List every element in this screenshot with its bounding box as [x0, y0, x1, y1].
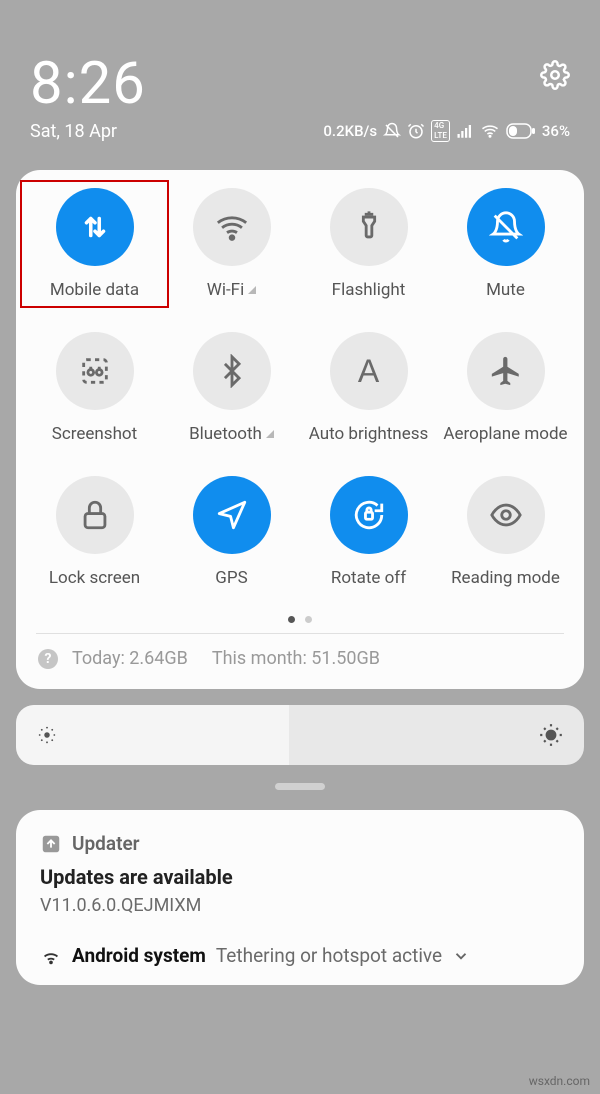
drag-handle[interactable]	[275, 783, 325, 790]
tile-label: Aeroplane mode	[443, 424, 567, 444]
eye-icon	[467, 476, 545, 554]
tile-label: Lock screen	[49, 568, 140, 588]
tile-airplane[interactable]: Aeroplane mode	[437, 332, 574, 444]
tile-label: Reading mode	[451, 568, 560, 588]
notification-app-name: Updater	[72, 832, 140, 855]
notification-card[interactable]: Updater Updates are available V11.0.6.0.…	[16, 810, 584, 985]
flashlight-icon	[330, 188, 408, 266]
tile-label: Wi-Fi	[207, 280, 256, 300]
tile-flashlight[interactable]: Flashlight	[300, 188, 437, 300]
brightness-high-icon	[538, 722, 564, 748]
airplane-icon	[467, 332, 545, 410]
tile-label: GPS	[215, 568, 247, 588]
data-usage-row[interactable]: ? Today: 2.64GB This month: 51.50GB	[26, 634, 574, 671]
tile-label: Rotate off	[331, 568, 406, 588]
network-speed: 0.2KB/s	[323, 122, 377, 140]
usage-month: This month: 51.50GB	[212, 648, 380, 669]
clock-time: 8:26	[30, 50, 146, 118]
quick-settings-panel: Mobile data Wi-Fi Flashlight Mute Screenshot…	[16, 170, 584, 689]
arrows-updown-icon	[56, 188, 134, 266]
tile-eye[interactable]: Reading mode	[437, 476, 574, 588]
mute-icon	[467, 188, 545, 266]
usage-today: Today: 2.64GB	[72, 648, 188, 669]
watermark: wsxdn.com	[529, 1074, 590, 1088]
notification-subtitle: V11.0.6.0.QEJMIXM	[40, 895, 560, 916]
battery-icon	[506, 123, 536, 139]
tile-bluetooth[interactable]: Bluetooth	[163, 332, 300, 444]
lock-icon	[56, 476, 134, 554]
bluetooth-icon	[193, 332, 271, 410]
question-icon: ?	[38, 649, 58, 669]
gear-icon	[540, 60, 570, 90]
expand-indicator-icon	[266, 430, 274, 438]
battery-percent: 36%	[542, 122, 570, 140]
chevron-down-icon	[452, 947, 470, 965]
wifi-status-icon	[480, 122, 500, 140]
brightness-slider[interactable]	[16, 705, 584, 765]
tile-label: Mute	[486, 280, 525, 300]
notification-second-row[interactable]: Android system Tethering or hotspot acti…	[40, 944, 560, 967]
tile-lock[interactable]: Lock screen	[26, 476, 163, 588]
notification-shade-header: 8:26 Sat, 18 Apr 0.2KB/s 4GLTE 36%	[0, 0, 600, 162]
tile-label: Flashlight	[332, 280, 406, 300]
tile-label: Screenshot	[52, 424, 137, 444]
tile-wifi[interactable]: Wi-Fi	[163, 188, 300, 300]
tile-screenshot[interactable]: Screenshot	[26, 332, 163, 444]
screenshot-icon	[56, 332, 134, 410]
notification-second-text: Tethering or hotspot active	[216, 944, 442, 967]
wifi-icon	[193, 188, 271, 266]
status-bar: 0.2KB/s 4GLTE 36%	[323, 120, 570, 142]
notification-second-app: Android system	[72, 944, 206, 967]
notification-title: Updates are available	[40, 865, 560, 889]
tile-gps[interactable]: GPS	[163, 476, 300, 588]
quick-settings-grid: Mobile data Wi-Fi Flashlight Mute Screenshot…	[26, 188, 574, 588]
dnd-off-icon	[383, 122, 401, 140]
alarm-icon	[407, 122, 425, 140]
brightness-low-icon	[36, 724, 58, 746]
notification-app-row: Updater	[40, 832, 560, 855]
signal-icon	[456, 122, 474, 140]
tile-arrows-updown[interactable]: Mobile data	[20, 180, 169, 308]
tile-label: Mobile data	[50, 280, 139, 300]
pager-dot	[305, 616, 312, 623]
rotate-lock-icon	[330, 476, 408, 554]
updater-app-icon	[40, 833, 62, 855]
settings-button[interactable]	[540, 60, 570, 94]
hotspot-icon	[40, 945, 62, 967]
expand-indicator-icon	[248, 286, 256, 294]
tile-label: Auto brightness	[309, 424, 429, 444]
auto-bright-icon: A	[330, 332, 408, 410]
date-label: Sat, 18 Apr	[30, 121, 117, 142]
gps-icon	[193, 476, 271, 554]
page-indicator	[26, 616, 574, 623]
tile-mute[interactable]: Mute	[437, 188, 574, 300]
pager-dot	[288, 616, 295, 623]
tile-label: Bluetooth	[189, 424, 274, 444]
lte-badge: 4GLTE	[431, 120, 450, 142]
tile-rotate-lock[interactable]: Rotate off	[300, 476, 437, 588]
tile-auto-bright[interactable]: A Auto brightness	[300, 332, 437, 444]
